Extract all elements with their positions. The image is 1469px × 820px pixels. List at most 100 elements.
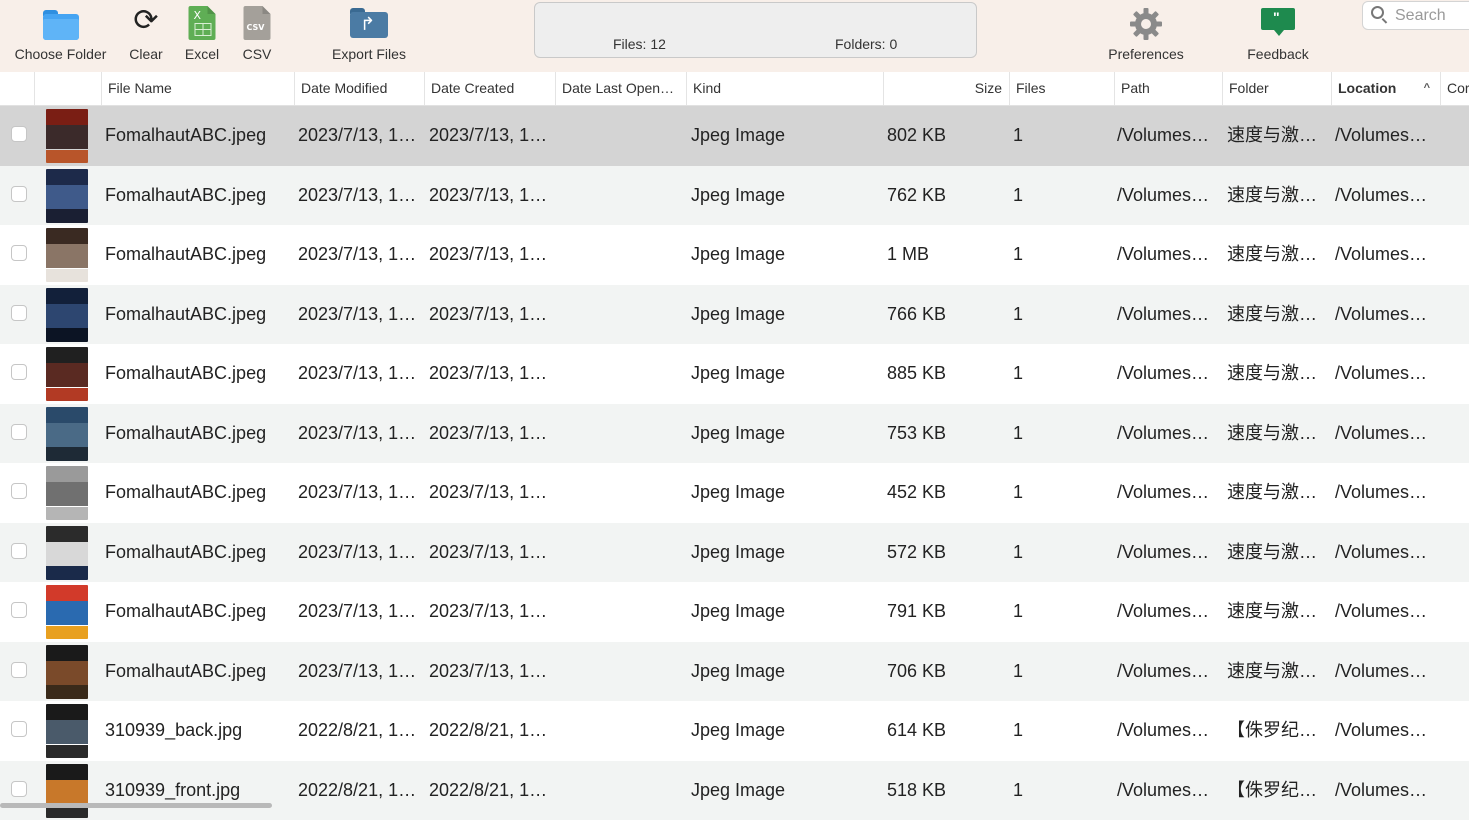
thumbnail-image	[46, 466, 88, 520]
table-row[interactable]: FomalhautABC.jpeg 2023/7/13, 1…2023/7/13,…	[0, 523, 1469, 583]
kind-cell: Jpeg Image	[691, 523, 785, 583]
export-files-button[interactable]: ↱ Export Files	[322, 4, 416, 66]
date-modified-cell: 2023/7/13, 1…	[298, 523, 416, 583]
table-row[interactable]: FomalhautABC.jpeg2023/7/13, 1…2023/7/13,…	[0, 344, 1469, 404]
column-header-file-name[interactable]: File Name	[101, 72, 294, 105]
column-header-date-created[interactable]: Date Created	[424, 72, 555, 105]
column-header-location[interactable]: Location ^	[1331, 72, 1440, 105]
path-cell: /Volumes…	[1117, 344, 1209, 404]
column-header-thumbnail[interactable]	[34, 72, 101, 105]
table-row[interactable]: FomalhautABC.jpeg2023/7/13, 1…2023/7/13,…	[0, 106, 1469, 166]
kind-cell: Jpeg Image	[691, 582, 785, 642]
files-cell: 1	[1013, 701, 1023, 761]
search-icon	[1371, 6, 1384, 19]
excel-label: Excel	[180, 46, 224, 62]
row-checkbox[interactable]	[11, 662, 27, 678]
date-created-cell: 2023/7/13, 1…	[429, 523, 547, 583]
search-input[interactable]	[1393, 5, 1469, 27]
kind-cell: Jpeg Image	[691, 761, 785, 820]
kind-cell: Jpeg Image	[691, 463, 785, 523]
table-row[interactable]: FomalhautABC.jpeg2023/7/13, 1…2023/7/13,…	[0, 285, 1469, 345]
thumbnail-image	[46, 228, 88, 282]
clear-label: Clear	[124, 46, 168, 62]
location-cell: /Volumes…	[1335, 582, 1427, 642]
size-cell: 706 KB	[887, 642, 946, 702]
files-cell: 1	[1013, 582, 1023, 642]
row-checkbox[interactable]	[11, 245, 27, 261]
folder-cell: 速度与激…	[1227, 344, 1317, 404]
csv-button[interactable]: CSV CSV	[236, 4, 278, 66]
file-name-cell: FomalhautABC.jpeg	[105, 523, 266, 583]
file-name-cell: FomalhautABC.jpeg	[105, 225, 266, 285]
file-name-cell: FomalhautABC.jpeg	[105, 463, 266, 523]
files-cell: 1	[1013, 106, 1023, 166]
date-modified-cell: 2023/7/13, 1…	[298, 225, 416, 285]
clear-button[interactable]: ⟳ Clear	[124, 4, 168, 66]
folder-cell: 【侏罗纪…	[1227, 761, 1317, 820]
file-name-cell: 310939_front.jpg	[105, 761, 240, 820]
row-checkbox[interactable]	[11, 126, 27, 142]
files-cell: 1	[1013, 761, 1023, 820]
column-header-comment[interactable]: Cor	[1440, 72, 1469, 105]
choose-folder-label: Choose Folder	[8, 46, 113, 62]
column-header-date-modified[interactable]: Date Modified	[294, 72, 424, 105]
path-cell: /Volumes…	[1117, 463, 1209, 523]
column-header-checkbox[interactable]	[0, 72, 34, 105]
size-cell: 791 KB	[887, 582, 946, 642]
feedback-icon: "	[1261, 8, 1295, 36]
table-row[interactable]: FomalhautABC.jpeg2023/7/13, 1…2023/7/13,…	[0, 225, 1469, 285]
files-cell: 1	[1013, 523, 1023, 583]
row-checkbox[interactable]	[11, 543, 27, 559]
preferences-button[interactable]: Preferences	[1104, 4, 1188, 66]
location-cell: /Volumes…	[1335, 404, 1427, 464]
column-header-files[interactable]: Files	[1009, 72, 1114, 105]
table-row[interactable]: FomalhautABC.jpeg2023/7/13, 1…2023/7/13,…	[0, 642, 1469, 702]
size-cell: 518 KB	[887, 761, 946, 820]
date-created-cell: 2023/7/13, 1…	[429, 166, 547, 226]
table-row[interactable]: FomalhautABC.jpeg2023/7/13, 1…2023/7/13,…	[0, 463, 1469, 523]
column-header-path[interactable]: Path	[1114, 72, 1222, 105]
folder-cell: 【侏罗纪…	[1227, 701, 1317, 761]
row-checkbox[interactable]	[11, 721, 27, 737]
date-modified-cell: 2023/7/13, 1…	[298, 106, 416, 166]
thumbnail-image	[46, 764, 88, 818]
row-checkbox[interactable]	[11, 424, 27, 440]
size-cell: 766 KB	[887, 285, 946, 345]
file-name-cell: FomalhautABC.jpeg	[105, 166, 266, 226]
folder-cell: 速度与激…	[1227, 404, 1317, 464]
row-checkbox[interactable]	[11, 781, 27, 797]
row-checkbox[interactable]	[11, 186, 27, 202]
choose-folder-button[interactable]: Choose Folder	[8, 4, 113, 66]
row-checkbox[interactable]	[11, 602, 27, 618]
export-files-label: Export Files	[322, 46, 416, 62]
kind-cell: Jpeg Image	[691, 344, 785, 404]
refresh-icon: ⟳	[133, 6, 158, 36]
files-cell: 1	[1013, 225, 1023, 285]
row-checkbox[interactable]	[11, 364, 27, 380]
file-name-cell: FomalhautABC.jpeg	[105, 582, 266, 642]
date-modified-cell: 2022/8/21, 1…	[298, 761, 416, 820]
file-name-cell: FomalhautABC.jpeg	[105, 404, 266, 464]
horizontal-scrollbar[interactable]	[0, 803, 272, 808]
table-row[interactable]: FomalhautABC.jpeg2023/7/13, 1…2023/7/13,…	[0, 404, 1469, 464]
export-folder-icon: ↱	[350, 8, 388, 38]
feedback-button[interactable]: " Feedback	[1240, 4, 1316, 66]
preferences-label: Preferences	[1104, 46, 1188, 62]
column-header-folder[interactable]: Folder	[1222, 72, 1331, 105]
excel-button[interactable]: X Excel	[180, 4, 224, 66]
thumbnail-image	[46, 407, 88, 461]
date-created-cell: 2022/8/21, 1…	[429, 761, 547, 820]
table-row[interactable]: 310939_front.jpg 2022/8/21, 1…2022/8/21, …	[0, 761, 1469, 820]
search-box[interactable]	[1362, 1, 1469, 30]
table-row[interactable]: FomalhautABC.jpeg2023/7/13, 1…2023/7/13,…	[0, 166, 1469, 226]
column-header-date-last-opened[interactable]: Date Last Open…	[555, 72, 686, 105]
table-row[interactable]: 310939_back.jpg2022/8/21, 1…2022/8/21, 1…	[0, 701, 1469, 761]
column-header-size[interactable]: Size	[883, 72, 1009, 105]
folder-icon	[43, 10, 79, 40]
table-row[interactable]: FomalhautABC.jpeg2023/7/13, 1…2023/7/13,…	[0, 582, 1469, 642]
row-checkbox[interactable]	[11, 483, 27, 499]
date-created-cell: 2023/7/13, 1…	[429, 106, 547, 166]
status-box: Files: 12 Folders: 0	[534, 2, 977, 58]
row-checkbox[interactable]	[11, 305, 27, 321]
column-header-kind[interactable]: Kind	[686, 72, 883, 105]
